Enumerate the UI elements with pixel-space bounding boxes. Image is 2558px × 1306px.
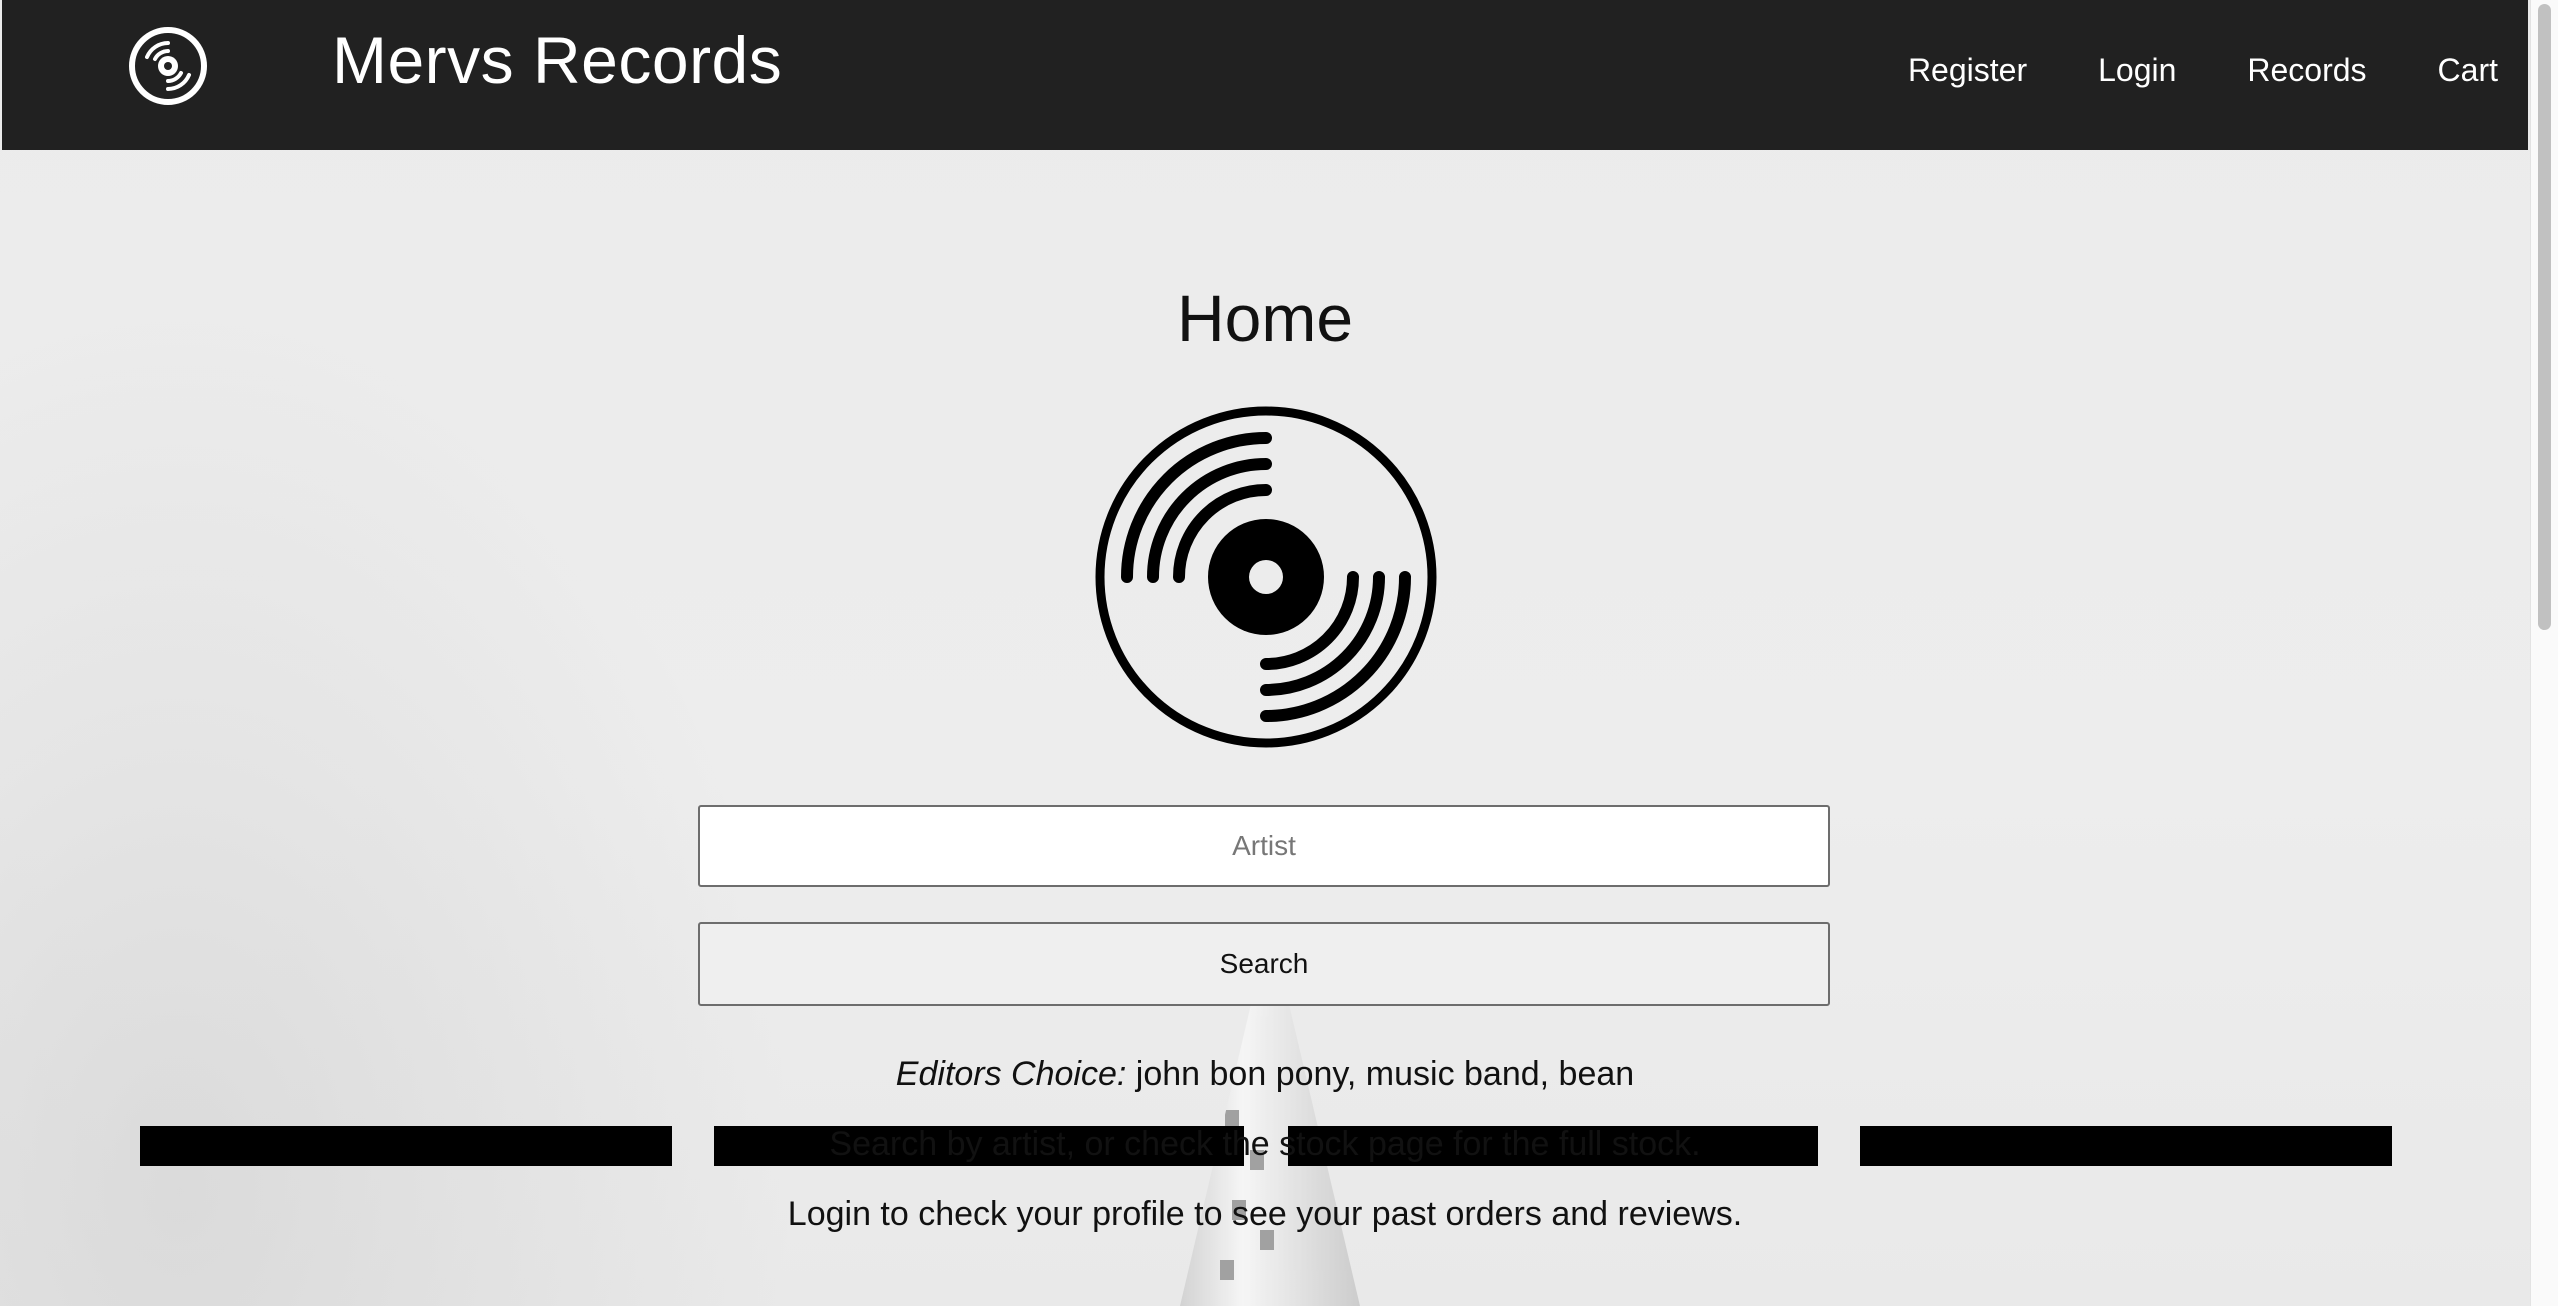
page-title: Home bbox=[1176, 281, 1354, 355]
search-hint: Search by artist, or check the stock pag… bbox=[829, 1125, 1701, 1163]
nav-login-link[interactable]: Login bbox=[2098, 52, 2176, 89]
editors-choice-value: john bon pony, music band, bean bbox=[1126, 1055, 1635, 1093]
scrollbar-thumb[interactable] bbox=[2538, 4, 2551, 630]
login-hint: Login to check your profile to see your … bbox=[787, 1195, 1743, 1233]
vinyl-record-icon bbox=[1095, 406, 1437, 748]
navbar: Mervs Records Register Login Records Car… bbox=[2, 0, 2528, 150]
nav-register-link[interactable]: Register bbox=[1908, 52, 2027, 89]
search-button[interactable]: Search bbox=[698, 922, 1830, 1006]
nav-cart-link[interactable]: Cart bbox=[2438, 52, 2498, 89]
nav-links: Register Login Records Cart bbox=[1908, 52, 2498, 89]
page-scrollbar[interactable] bbox=[2530, 0, 2558, 1306]
brand-title[interactable]: Mervs Records bbox=[332, 22, 782, 98]
vinyl-record-logo-icon[interactable] bbox=[127, 25, 209, 107]
artist-search-input[interactable] bbox=[698, 805, 1830, 887]
nav-records-link[interactable]: Records bbox=[2247, 52, 2366, 89]
editors-choice-label: Editors Choice: bbox=[895, 1055, 1127, 1093]
editors-choice: Editors Choice: john bon pony, music ban… bbox=[0, 1055, 2530, 1094]
